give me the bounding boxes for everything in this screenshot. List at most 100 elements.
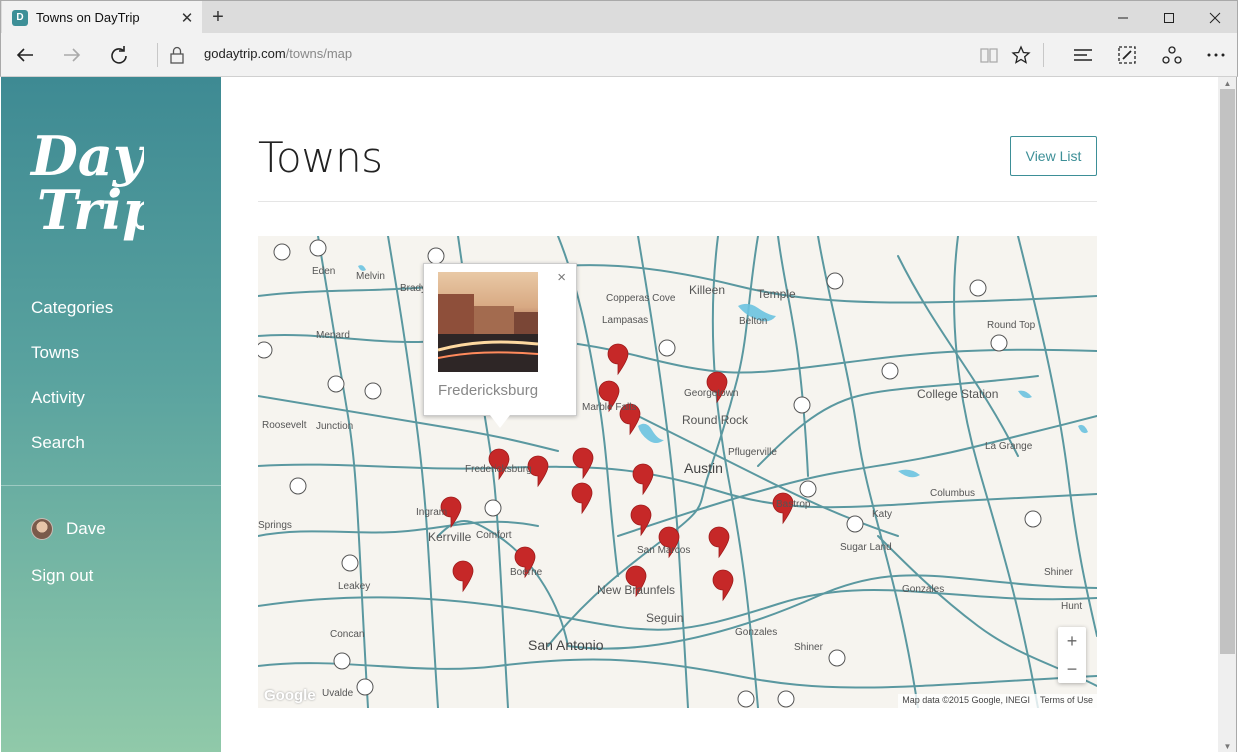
- map-label: Columbus: [930, 488, 976, 499]
- url-path: /towns/map: [285, 46, 353, 61]
- toolbar-divider: [157, 43, 158, 67]
- map-label: Lampasas: [602, 315, 649, 326]
- scroll-down-icon[interactable]: ▼: [1218, 740, 1237, 752]
- map-label: Ingram: [416, 507, 448, 518]
- map-label: Round Top: [987, 320, 1036, 331]
- map-label: Belton: [739, 316, 768, 327]
- close-window-icon[interactable]: [1192, 1, 1238, 34]
- scroll-thumb[interactable]: [1220, 89, 1235, 654]
- map-label: Sugar Land: [840, 542, 892, 553]
- zoom-out-button[interactable]: −: [1058, 655, 1086, 683]
- map-label: San Marcos: [637, 545, 691, 556]
- user-profile-link[interactable]: Dave: [31, 518, 106, 540]
- zoom-in-button[interactable]: +: [1058, 627, 1086, 655]
- url-domain: godaytrip.com: [204, 46, 286, 61]
- favicon-icon: D: [12, 9, 28, 26]
- avatar: [31, 518, 53, 540]
- sidebar-divider: [1, 485, 221, 486]
- title-divider: [258, 201, 1097, 202]
- map-label: Bastrop: [776, 499, 811, 510]
- map-marker: [452, 560, 474, 593]
- map-label: Roosevelt: [262, 420, 307, 431]
- browser-toolbar: godaytrip.com/towns/map: [0, 33, 1238, 77]
- hub-icon[interactable]: [1067, 39, 1099, 71]
- scroll-up-icon[interactable]: ▲: [1218, 77, 1237, 89]
- map-marker: [632, 463, 654, 496]
- map-label: Fredericksburg: [465, 464, 532, 475]
- reading-view-icon[interactable]: [973, 39, 1005, 71]
- google-logo[interactable]: Google: [264, 687, 316, 704]
- map-marker: [571, 482, 593, 515]
- web-note-icon[interactable]: [1111, 39, 1143, 71]
- popup-town-name[interactable]: Fredericksburg: [438, 382, 538, 399]
- sidebar: Day Trip Categories Towns Activity Searc…: [1, 77, 221, 752]
- tab-close-icon[interactable]: ✕: [178, 9, 196, 27]
- toolbar-divider-2: [1043, 43, 1044, 67]
- map-label: College Station: [917, 387, 999, 401]
- map-label: Marble Falls: [582, 402, 637, 413]
- town-photo[interactable]: [438, 272, 538, 372]
- map-label: Uvalde: [322, 688, 354, 699]
- share-icon[interactable]: [1156, 39, 1188, 71]
- map-label: New Braunfels: [597, 583, 676, 597]
- forward-arrow-icon[interactable]: [56, 39, 88, 71]
- maximize-icon[interactable]: [1146, 1, 1192, 34]
- logo-trip-text: Trip: [37, 178, 144, 242]
- map-label: Leakey: [338, 581, 371, 592]
- signout-link[interactable]: Sign out: [31, 566, 93, 586]
- minimize-icon[interactable]: [1100, 1, 1146, 34]
- map-label: Pflugerville: [728, 447, 777, 458]
- view-list-button[interactable]: View List: [1010, 136, 1097, 176]
- map-label: Shiner: [794, 642, 823, 653]
- map-label: San Antonio: [528, 637, 604, 653]
- map-label: Katy: [872, 509, 893, 520]
- sidebar-item-categories[interactable]: Categories: [31, 295, 113, 340]
- zoom-control: + −: [1058, 627, 1086, 683]
- map-label: Shiner: [1044, 567, 1073, 578]
- map-marker: [572, 447, 594, 480]
- sidebar-menu: Categories Towns Activity Search: [31, 295, 113, 475]
- map-marker: [607, 343, 629, 376]
- map-data-credit: Map data ©2015 Google, INEGI: [902, 695, 1030, 705]
- more-options-icon[interactable]: [1200, 39, 1232, 71]
- map-label: Eden: [312, 266, 336, 277]
- sidebar-item-towns[interactable]: Towns: [31, 340, 113, 385]
- map-label: Springs: [258, 520, 292, 531]
- favorite-star-icon[interactable]: [1005, 39, 1037, 71]
- map-label: Killeen: [689, 283, 726, 297]
- daytrip-logo[interactable]: Day Trip: [29, 117, 160, 247]
- map-label: Hunt: [1061, 601, 1083, 612]
- map-label: Kerrville: [428, 530, 472, 544]
- main-content: Towns View List Eden Melvin Brady Menard…: [221, 77, 1218, 752]
- map-label: Menard: [316, 330, 350, 341]
- user-name: Dave: [66, 519, 106, 538]
- map-label: Round Rock: [682, 413, 749, 427]
- map-label: Comfort: [476, 530, 512, 541]
- browser-titlebar: D Towns on DayTrip ✕ +: [0, 0, 1238, 34]
- terms-link[interactable]: Terms of Use: [1040, 695, 1093, 707]
- back-arrow-icon[interactable]: [9, 39, 41, 71]
- map-marker: [708, 526, 730, 559]
- new-tab-icon[interactable]: +: [206, 5, 230, 29]
- map-marker: [712, 569, 734, 602]
- map-label: Concan: [330, 629, 365, 640]
- map-label: Copperas Cove: [606, 293, 676, 304]
- towns-map[interactable]: Eden Melvin Brady Menard Roosevelt Junct…: [258, 236, 1097, 708]
- map-label: La Grange: [985, 441, 1033, 452]
- page-title: Towns: [258, 133, 383, 182]
- tab-title: Towns on DayTrip: [36, 10, 140, 25]
- address-field[interactable]: godaytrip.com/towns/map: [204, 46, 352, 61]
- town-info-window[interactable]: × Fredericksburg: [423, 263, 577, 428]
- map-label: Melvin: [356, 271, 385, 282]
- popup-close-icon[interactable]: ×: [557, 269, 566, 286]
- map-label: Georgetown: [684, 388, 739, 399]
- map-roads: [258, 236, 1097, 708]
- map-label: Gonzales: [735, 627, 778, 638]
- map-attribution: Map data ©2015 Google, INEGI Terms of Us…: [898, 694, 1097, 708]
- sidebar-item-activity[interactable]: Activity: [31, 385, 113, 430]
- map-label: Boerne: [510, 567, 543, 578]
- sidebar-item-search[interactable]: Search: [31, 430, 113, 475]
- browser-tab[interactable]: D Towns on DayTrip ✕: [2, 1, 202, 34]
- page-scrollbar[interactable]: ▲ ▼: [1218, 77, 1237, 752]
- refresh-icon[interactable]: [103, 39, 135, 71]
